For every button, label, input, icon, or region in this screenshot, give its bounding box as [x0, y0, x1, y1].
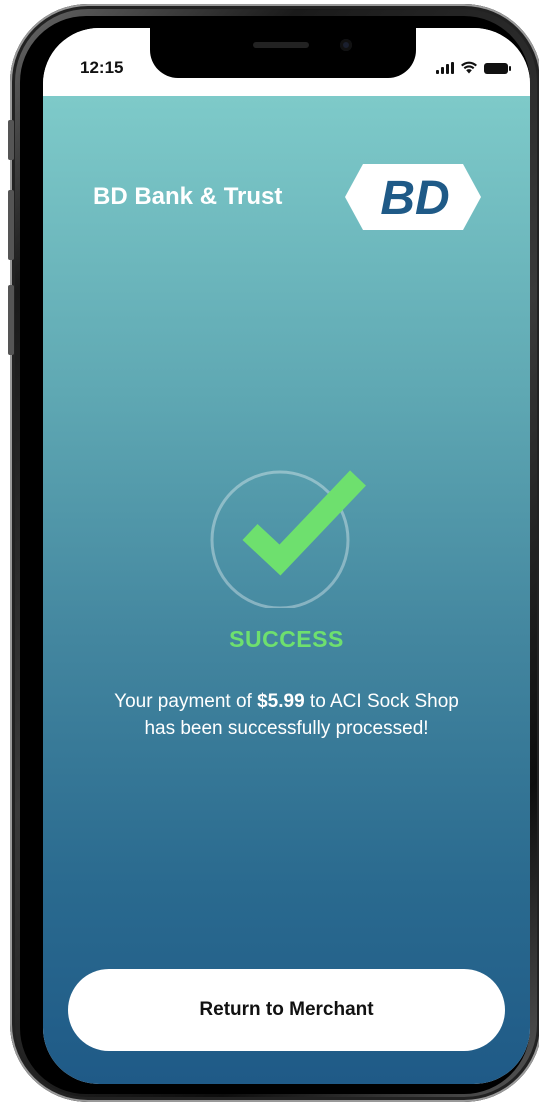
success-label: SUCCESS	[229, 626, 344, 652]
signal-icon	[436, 62, 454, 74]
payment-message: Your payment of $5.99 to ACI Sock Shop h…	[63, 688, 510, 742]
battery-icon	[484, 63, 511, 74]
payment-amount: $5.99	[257, 691, 305, 712]
message-merchant: to ACI Sock Shop	[304, 691, 459, 712]
bank-logo: BD	[345, 164, 481, 230]
speaker	[253, 42, 309, 48]
volume-up-button	[8, 190, 14, 260]
front-camera	[340, 39, 352, 51]
message-prefix: Your payment of	[114, 691, 258, 712]
status-time: 12:15	[80, 58, 124, 77]
status-bar: 12:15	[43, 28, 530, 96]
message-suffix: has been successfully processed!	[144, 718, 429, 739]
mute-switch	[8, 120, 14, 160]
logo-text: BD	[380, 172, 449, 225]
bank-name: BD Bank & Trust	[93, 183, 283, 210]
return-to-merchant-button[interactable]: Return to Merchant	[68, 969, 505, 1051]
wifi-icon	[461, 61, 477, 74]
check-circle-icon	[210, 470, 366, 608]
volume-down-button	[8, 285, 14, 355]
phone-screen: 12:15 BD Bank & Trust BD SUCCESS Your pa…	[43, 28, 530, 1084]
status-icons	[436, 60, 511, 74]
notch	[150, 28, 416, 78]
